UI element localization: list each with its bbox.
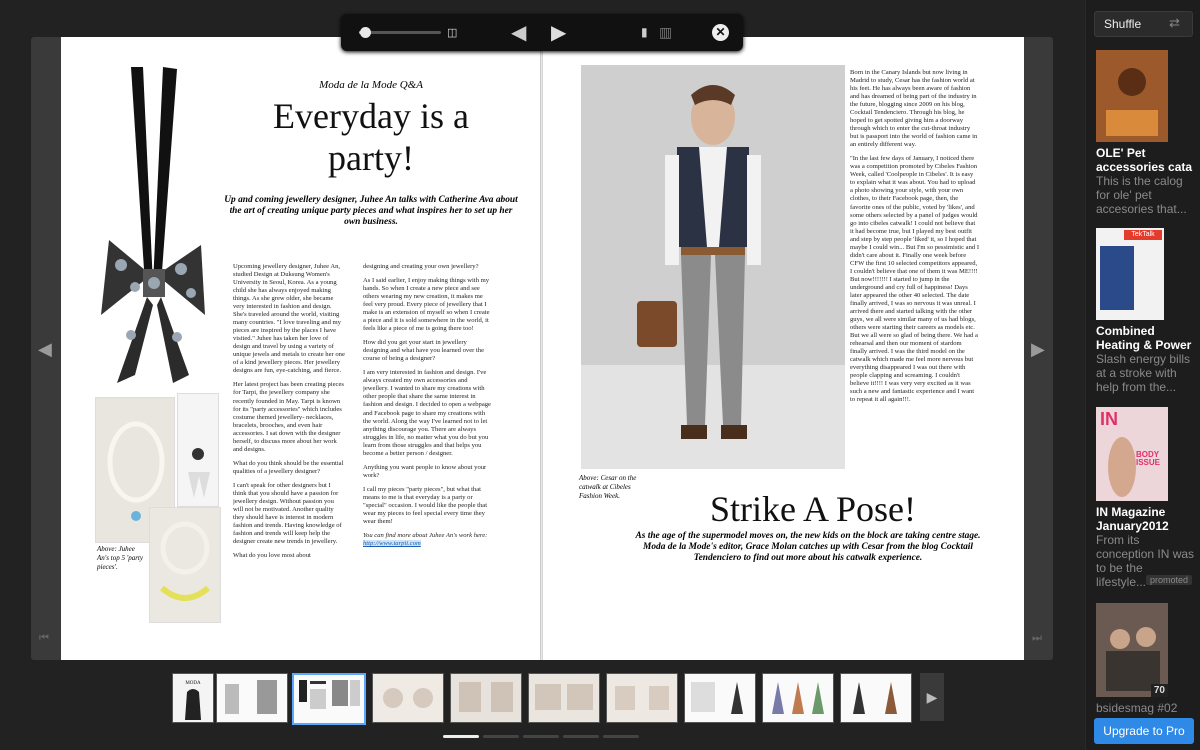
sidebar-item-title: Combined Heating & Power [1096, 324, 1192, 352]
sidebar-item-title: OLE' Pet accessories cata [1096, 146, 1193, 174]
sidebar-item-ole-pet[interactable]: OLE' Pet accessories cata This is the ca… [1096, 50, 1196, 216]
reader-stage: ◀ ▶ ⏮ ⏭ Moda de la Mode Q&A Everyday is … [0, 0, 1085, 750]
two-page-view-icon[interactable]: ◫ [447, 26, 457, 39]
article-column-1: Upcoming jewellery designer, Juhee An, s… [233, 263, 345, 560]
necklace-caption: Above: Juhee An's top 5 'party pieces'. [97, 545, 143, 571]
tektalk-cover: TekTalk [1096, 228, 1164, 320]
upgrade-to-pro-button[interactable]: Upgrade to Pro [1094, 718, 1194, 744]
svg-text:MODA: MODA [185, 681, 201, 686]
feature-title: Strike A Pose! [709, 489, 916, 529]
thumbnail-pager-dot[interactable] [563, 735, 599, 738]
next-page-icon[interactable]: ▶ [551, 20, 566, 45]
thumbnail-page-9-10[interactable] [528, 673, 600, 723]
article-intro: Up and coming jewellery designer, Juhee … [224, 195, 518, 227]
related-publications-sidebar: Shuffle ⇄ OLE' Pet accessories cata This… [1085, 0, 1200, 750]
thumbnail-page-13-14[interactable] [684, 673, 756, 723]
thumbnail-page-1-2[interactable] [216, 673, 288, 723]
right-page: Above: Cesar on the catwalk at Cibeles F… [543, 37, 1024, 660]
feature-intro: As the age of the supermodel moves on, t… [635, 531, 981, 563]
feather-earrings-photo [177, 393, 219, 507]
page-progress-track[interactable] [359, 27, 441, 38]
sidebar-item-combined-heating[interactable]: TekTalk Combined Heating & Power Slash e… [1096, 228, 1196, 394]
sidebar-item-title: IN Magazine January2012 [1096, 505, 1169, 533]
reader-toolbar: ◫ ◀ ▶ ▮ ▥ ✕ [341, 14, 743, 51]
first-page-icon[interactable]: ⏮ [39, 633, 49, 644]
bsidesmag-count: 70 [1150, 684, 1168, 697]
shuffle-icon: ⇄ [1169, 15, 1180, 30]
bow-necklace-photo [101, 67, 205, 383]
close-icon[interactable]: ✕ [712, 24, 729, 41]
interview-column: Born in the Canary Islands but now livin… [850, 69, 980, 404]
thumbnail-page-5-6[interactable] [372, 673, 444, 723]
thumbnail-page-7-8[interactable] [450, 673, 522, 723]
thumbnail-page-11-12[interactable] [606, 673, 678, 723]
thumbnail-pager-dot[interactable] [483, 735, 519, 738]
thumbnail-page-17-18[interactable] [840, 673, 912, 723]
bsidesmag-cover: 70 [1096, 603, 1168, 697]
yellow-necklace-photo [149, 507, 221, 623]
thumbnail-pager-dot[interactable] [523, 735, 559, 738]
ole-pet-cover [1096, 50, 1168, 142]
sidebar-item-desc: Slash energy bills at a stroke with help… [1096, 352, 1191, 394]
previous-page-icon[interactable]: ◀ [511, 20, 526, 45]
page-progress-knob[interactable] [359, 27, 371, 38]
next-spread-arrow-icon[interactable]: ▶ [1031, 340, 1045, 358]
thumbnail-pager-dot[interactable] [603, 735, 639, 738]
article-column-2: designing and creating your own jeweller… [363, 263, 491, 547]
sidebar-item-bsidesmag[interactable]: 70 bsidesmag #02 [1096, 603, 1196, 715]
thumbnail-pager-dot-active[interactable] [443, 735, 479, 738]
thumbnail-page-3-4-selected[interactable] [292, 673, 366, 725]
single-page-icon[interactable]: ▮ [641, 25, 648, 39]
article-title: Everyday is a party! [273, 96, 469, 178]
sidebar-item-title: bsidesmag #02 [1096, 701, 1178, 715]
thumbnail-next-arrow-icon[interactable]: ▶ [920, 673, 944, 721]
in-magazine-cover-text: BODY ISSUE [1136, 450, 1161, 467]
sidebar-item-desc: This is the calog for ole' pet accesorie… [1096, 174, 1187, 216]
tektalk-label: TekTalk [1124, 230, 1162, 240]
in-magazine-cover: IN BODY ISSUE [1096, 407, 1168, 501]
spread-page-icon[interactable]: ▥ [659, 24, 672, 41]
sidebar-item-in-magazine[interactable]: IN BODY ISSUE IN Magazine January2012 Fr… [1096, 407, 1196, 589]
previous-spread-arrow-icon[interactable]: ◀ [38, 340, 52, 358]
svg-text:IN: IN [1100, 409, 1118, 429]
tarpii-link[interactable]: http://www.tarpii.com [363, 539, 421, 547]
web-link-intro: You can find more about Juhee An's work … [363, 531, 488, 539]
shuffle-button[interactable]: Shuffle ⇄ [1094, 11, 1193, 37]
left-page: Moda de la Mode Q&A Everyday is a party!… [61, 37, 540, 660]
thumbnail-page-15-16[interactable] [762, 673, 834, 723]
promoted-badge: promoted [1146, 575, 1193, 585]
catwalk-model-photo [581, 65, 845, 469]
last-page-icon[interactable]: ⏭ [1032, 633, 1042, 644]
article-kicker: Moda de la Mode Q&A [319, 79, 423, 91]
thumbnail-cover[interactable]: MODA [172, 673, 214, 723]
model-caption: Above: Cesar on the catwalk at Cibeles F… [579, 474, 637, 500]
shuffle-label: Shuffle [1104, 17, 1142, 31]
